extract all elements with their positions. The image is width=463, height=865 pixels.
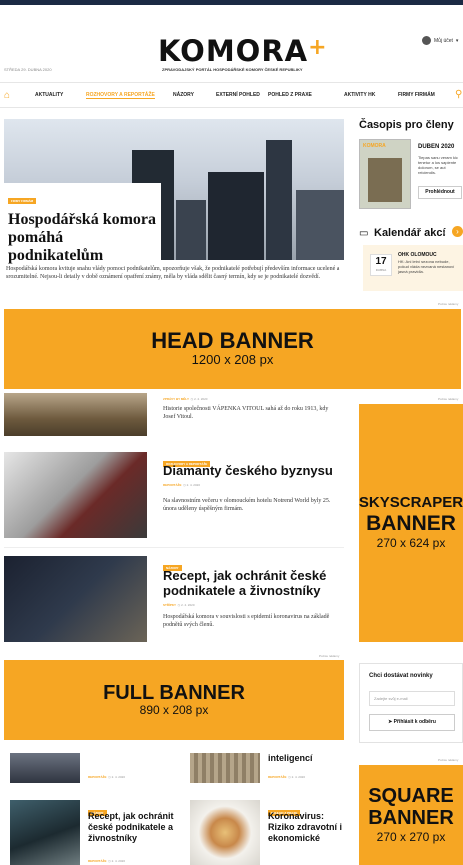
square-banner-size: 270 x 270 px [376, 829, 446, 844]
newsletter-email-input[interactable]: Zadejte svůj e-mail [369, 691, 455, 706]
ad-label: Pozice reklamy [319, 654, 340, 658]
article-description: Na slavnostním večeru v olomouckém hotel… [163, 498, 331, 512]
ad-label: Pozice reklamy [438, 302, 459, 306]
newsletter-heading: Chci dostávat novinky [369, 673, 433, 679]
newsletter-subscribe-button[interactable]: ➤ Přihlásit k odběru [369, 714, 455, 731]
square-banner-title-1: SQUARE [368, 784, 454, 807]
newsletter-box: Chci dostávat novinky Zadejte svůj e-mai… [359, 663, 463, 743]
article-meta: REPORTÁŽE ◷ 2. 4. 2020 [88, 775, 125, 779]
event-title: OHK OLOMOUC [398, 252, 437, 258]
hero-card[interactable]: FIRMY FIRMÁM Hospodářská komora pomáhá p… [4, 183, 161, 264]
magazine-cover[interactable]: KOMORA [359, 139, 411, 209]
article-image[interactable] [190, 800, 260, 865]
skyscraper-banner-title-1: SKYSCRAPER [358, 494, 463, 512]
article-title[interactable]: Recept, jak ochránit české podnikatele a… [163, 568, 343, 598]
full-banner[interactable]: FULL BANNER 890 x 208 px [4, 660, 344, 740]
nav-item-nazory[interactable]: NÁZORY [173, 92, 194, 98]
nav-item-externi-pohled[interactable]: EXTERNÍ POHLED [216, 92, 260, 98]
browse-magazine-button[interactable]: Prohlédnout [418, 186, 462, 199]
article-image[interactable] [4, 452, 147, 538]
account-label: Můj účet [434, 37, 453, 44]
article-title[interactable]: inteligencí [268, 753, 313, 764]
skyscraper-banner-size: 270 x 624 px [376, 536, 446, 551]
magazine-cover-photo [368, 158, 402, 202]
article-meta: REPORTÁŽE ◷ 2. 4. 2020 [268, 775, 305, 779]
head-banner-title: HEAD BANNER [151, 328, 314, 354]
chevron-right-icon[interactable]: › [452, 226, 463, 237]
top-strip [0, 0, 463, 5]
article-title[interactable]: Recept, jak ochránit české podnikatele a… [88, 811, 180, 844]
skyscraper-banner[interactable]: SKYSCRAPER BANNER 270 x 624 px [359, 404, 463, 642]
full-banner-title: FULL BANNER [103, 681, 245, 704]
article-image[interactable] [4, 393, 147, 436]
square-banner-title-2: BANNER [368, 806, 454, 829]
chevron-down-icon: ▾ [455, 37, 459, 44]
chevron-left-icon[interactable]: ‹ [443, 228, 446, 237]
event-description: HK: Ani letní sezona nebude, pokud vláda… [398, 259, 455, 274]
article-meta: STŘÍPKY ◷ 2. 4. 2020 [163, 603, 195, 607]
event-month: DUBNA [375, 268, 387, 272]
article-image[interactable] [10, 800, 80, 865]
calendar-icon: ▭ [359, 228, 369, 239]
magazine-description: Tiepas sanu veram kic tenetur a los sapi… [418, 155, 458, 175]
nav-item-firmy-firmam[interactable]: FIRMY FIRMÁM [398, 92, 435, 98]
article-image[interactable] [190, 753, 260, 783]
site-logo[interactable]: KOMORA+ [158, 37, 328, 66]
article-title[interactable]: Koronavirus: Riziko zdravotní i ekonomic… [268, 811, 348, 844]
skyscraper-banner-title-2: BANNER [366, 512, 456, 536]
site-tagline: ZPRAVODAJSKÝ PORTÁL HOSPODÁŘSKÉ KOMORY Č… [162, 67, 303, 72]
newsletter-subscribe-label: Přihlásit k odběru [393, 719, 436, 725]
magazine-cover-title: KOMORA [363, 143, 386, 149]
calendar-heading: Kalendář akcí [374, 227, 446, 239]
head-banner-size: 1200 x 208 px [191, 352, 274, 368]
event-date: 17 DUBNA [370, 254, 392, 276]
event-card[interactable]: 17 DUBNA OHK OLOMOUC HK: Ani letní sezon… [363, 245, 463, 291]
article-meta: REPORTÁŽE ◷ 2. 4. 2020 [88, 859, 125, 863]
hero-tag[interactable]: FIRMY FIRMÁM [8, 198, 37, 204]
article-meta: REPORTÁŽE ◷ 2. 4. 2020 [163, 483, 200, 487]
head-banner[interactable]: HEAD BANNER 1200 x 208 px [4, 309, 461, 389]
send-icon: ➤ [388, 719, 393, 725]
article-description: Hospodářská komora v souvislosti s epide… [163, 614, 330, 628]
square-banner[interactable]: SQUARE BANNER 270 x 270 px [359, 765, 463, 865]
account-menu[interactable]: Můj účet ▾ [422, 36, 458, 45]
ad-label: Pozice reklamy [438, 758, 459, 762]
current-date: STŘEDA 29. DUBNA 2020 [4, 67, 52, 72]
home-icon[interactable]: ⌂ [4, 90, 10, 101]
full-banner-size: 890 x 208 px [139, 702, 209, 717]
article-image[interactable] [10, 753, 80, 783]
article-description: Historie společnosti VÁPENKA VITOUL sahá… [163, 406, 329, 420]
nav-item-rozhovory[interactable]: ROZHOVORY A REPORTÁŽE [86, 92, 155, 99]
main-navigation: ⌂ AKTUALITY ROZHOVORY A REPORTÁŽE NÁZORY… [0, 82, 463, 108]
search-icon[interactable]: ⚲ [455, 89, 462, 100]
nav-item-aktivity-hk[interactable]: AKTIVITY HK [344, 92, 375, 98]
ad-label: Pozice reklamy [438, 397, 459, 401]
user-icon [422, 36, 431, 45]
article-meta: ZPRÁVY BY MĚLY ◷ 2. 4. 2020 [163, 397, 208, 401]
article-image[interactable] [4, 556, 147, 642]
article-title[interactable]: Diamanty českého byznysu [163, 463, 343, 478]
event-day: 17 [375, 256, 387, 267]
nav-item-aktuality[interactable]: AKTUALITY [35, 92, 63, 98]
hero-title[interactable]: Hospodářská komora pomáhá podnikatelům [8, 211, 157, 265]
hero-description: Hospodářská komora kvituje snahu vlády p… [6, 266, 340, 280]
magazine-issue: DUBEN 2020 [418, 144, 455, 150]
divider [4, 547, 344, 548]
magazine-heading: Časopis pro členy [359, 119, 454, 131]
nav-item-pohled-z-praxe[interactable]: POHLED Z PRAXE [268, 92, 312, 98]
